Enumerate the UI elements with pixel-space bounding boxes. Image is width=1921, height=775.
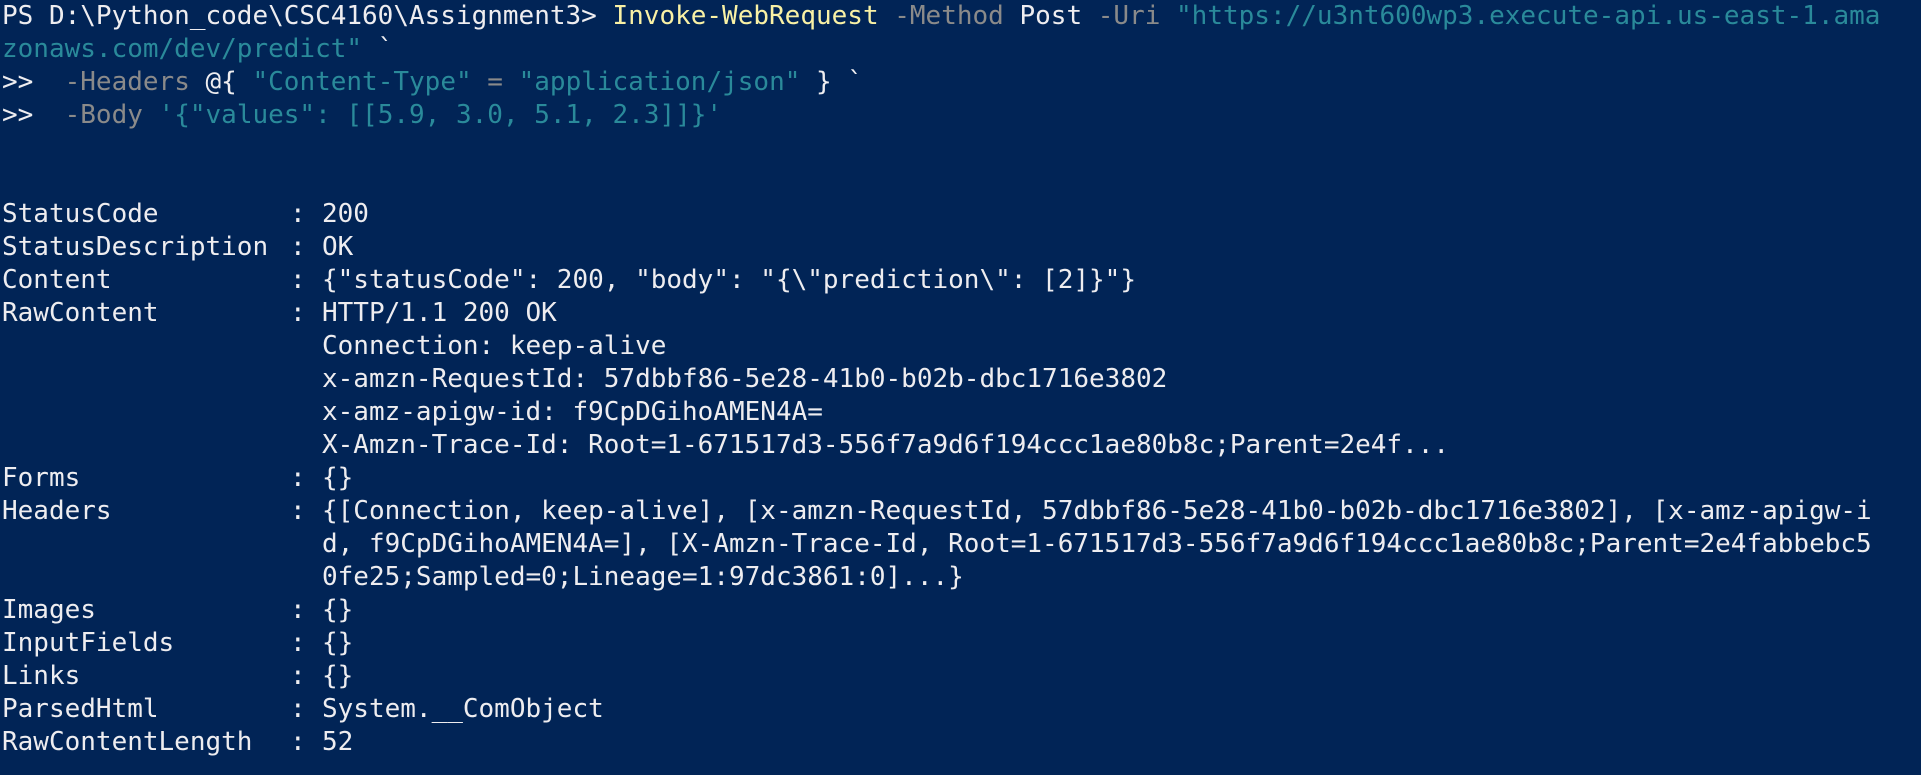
output-key: StatusCode — [2, 199, 159, 229]
header-equals: = — [471, 67, 519, 97]
output-row-images: Images: {} — [2, 594, 1921, 627]
output-row-forms: Forms: {} — [2, 462, 1921, 495]
output-continuation-line: d, f9CpDGihoAMEN4A=], [X-Amzn-Trace-Id, … — [2, 528, 1921, 561]
output-separator: : — [290, 661, 306, 691]
output-row-links: Links: {} — [2, 660, 1921, 693]
output-value: {} — [322, 463, 354, 493]
command-line-3: >> -Headers @{ "Content-Type" = "applica… — [2, 66, 1921, 99]
uri-value-part2: zonaws.com/dev/predict" — [2, 34, 363, 64]
output-row-parsedhtml: ParsedHtml: System.__ComObject — [2, 693, 1921, 726]
header-key: "Content-Type" — [252, 67, 472, 97]
command-line-4: >> -Body '{"values": [[5.9, 3.0, 5.1, 2.… — [2, 99, 1921, 132]
command-line-2: zonaws.com/dev/predict" ` — [2, 33, 1921, 66]
continuation-prompt: >> — [2, 67, 65, 97]
cmdlet-name: Invoke-WebRequest — [612, 1, 879, 31]
output-key: Headers — [2, 496, 112, 526]
output-separator: : — [290, 199, 306, 229]
output-continuation-line: x-amzn-RequestId: 57dbbf86-5e28-41b0-b02… — [2, 363, 1921, 396]
hashtable-open: @{ — [205, 67, 253, 97]
headers-flag: -Headers — [64, 67, 206, 97]
output-value: X-Amzn-Trace-Id: Root=1-671517d3-556f7a9… — [322, 430, 1450, 460]
output-value: x-amz-apigw-id: f9CpDGihoAMEN4A= — [322, 397, 823, 427]
output-continuation-line: Connection: keep-alive — [2, 330, 1921, 363]
output-row-statusdescription: StatusDescription: OK — [2, 231, 1921, 264]
body-flag: -Body — [64, 100, 159, 130]
output-value: 0fe25;Sampled=0;Lineage=1:97dc3861:0]...… — [322, 562, 964, 592]
output-value: {} — [322, 628, 354, 658]
output-key: Content — [2, 265, 112, 295]
output-key: Links — [2, 661, 81, 691]
output-row-rawcontentlength: RawContentLength:52 — [2, 726, 1921, 759]
prompt: PS D:\Python_code\CSC4160\Assignment3> — [2, 1, 613, 31]
output-row-headers: Headers: {[Connection, keep-alive], [x-am… — [2, 495, 1921, 528]
header-value: "application/json" — [518, 67, 801, 97]
output-value: {} — [322, 661, 354, 691]
output-value: x-amzn-RequestId: 57dbbf86-5e28-41b0-b02… — [322, 364, 1168, 394]
output-row-rawcontent: RawContent: HTTP/1.1 200 OK — [2, 297, 1921, 330]
body-value: '{"values": [[5.9, 3.0, 5.1, 2.3]]}' — [158, 100, 723, 130]
output-value: OK — [322, 232, 354, 262]
output-value: {[Connection, keep-alive], [x-amzn-Reque… — [322, 496, 1872, 526]
uri-value-part1: "https://u3nt600wp3.execute-api.us-east-… — [1176, 1, 1881, 31]
output-separator: : — [290, 232, 306, 262]
output-key: ParsedHtml — [2, 694, 159, 724]
output-value: {"statusCode": 200, "body": "{\"predicti… — [322, 265, 1136, 295]
line-continuation: ` — [362, 34, 394, 64]
output-separator: : — [290, 628, 306, 658]
output-row-content: Content: {"statusCode": 200, "body": "{\"… — [2, 264, 1921, 297]
continuation-prompt: >> — [2, 100, 65, 130]
hashtable-close: } ` — [800, 67, 863, 97]
output-separator: : — [290, 463, 306, 493]
method-flag: -Method — [878, 1, 1020, 31]
command-line-1: PS D:\Python_code\CSC4160\Assignment3> I… — [2, 0, 1921, 33]
output-row-statuscode: StatusCode:200 — [2, 198, 1921, 231]
output-value: {} — [322, 595, 354, 625]
output-value: 200 — [322, 199, 369, 229]
output-continuation-line: X-Amzn-Trace-Id: Root=1-671517d3-556f7a9… — [2, 429, 1921, 462]
output-value: 52 — [322, 727, 354, 757]
output-value: HTTP/1.1 200 OK — [322, 298, 557, 328]
output-separator: : — [290, 694, 306, 724]
output-value: d, f9CpDGihoAMEN4A=], [X-Amzn-Trace-Id, … — [322, 529, 1872, 559]
output-separator: : — [290, 727, 306, 757]
output-separator: : — [290, 265, 306, 295]
output-continuation-line: 0fe25;Sampled=0;Lineage=1:97dc3861:0]...… — [2, 561, 1921, 594]
uri-flag: -Uri — [1082, 1, 1177, 31]
output-value: Connection: keep-alive — [322, 331, 667, 361]
output-key: InputFields — [2, 628, 175, 658]
output-separator: : — [290, 298, 306, 328]
output-key: RawContent — [2, 298, 159, 328]
output-separator: : — [290, 595, 306, 625]
output-key: RawContentLength — [2, 727, 253, 757]
output-separator: : — [290, 496, 306, 526]
method-value: Post — [1019, 1, 1083, 31]
output-key: Images — [2, 595, 96, 625]
output-key: StatusDescription — [2, 232, 269, 262]
output-row-inputfields: InputFields: {} — [2, 627, 1921, 660]
output-value: System.__ComObject — [322, 694, 604, 724]
powershell-terminal[interactable]: PS D:\Python_code\CSC4160\Assignment3> I… — [0, 0, 1921, 775]
output-key: Forms — [2, 463, 81, 493]
output-continuation-line: x-amz-apigw-id: f9CpDGihoAMEN4A= — [2, 396, 1921, 429]
